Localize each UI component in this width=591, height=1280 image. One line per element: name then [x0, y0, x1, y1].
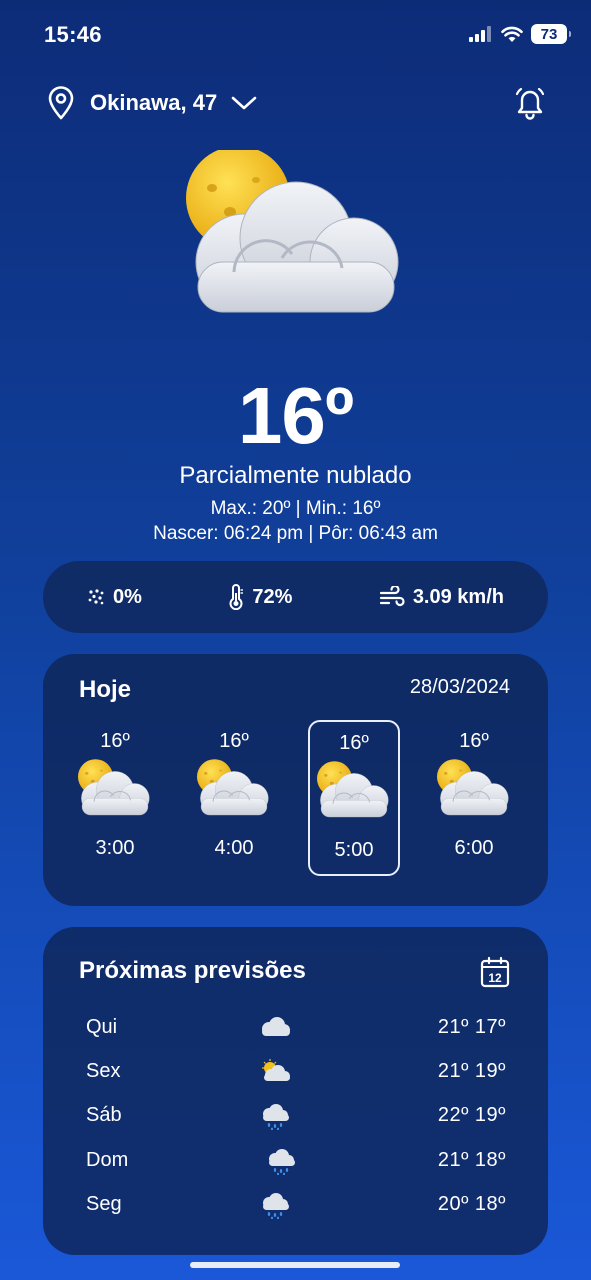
forecast-temps: 21º 19º — [437, 1060, 506, 1082]
wind-stat: 3.09 km/h — [379, 586, 504, 609]
forecast-title: Próximas previsões — [79, 957, 306, 984]
forecast-card: Próximas previsões 12 Qui 21º 17º Sex 21… — [43, 927, 548, 1255]
hour-time: 5:00 — [334, 839, 374, 861]
location-selector[interactable]: Okinawa, 47 — [46, 86, 257, 120]
rain-stat: 0% — [87, 586, 142, 609]
forecast-row[interactable]: Qui 21º 17º — [43, 1008, 548, 1048]
notification-bell-icon[interactable] — [513, 86, 547, 120]
partly-cloudy-icon — [78, 759, 152, 821]
forecast-temps: 22º 19º — [437, 1104, 506, 1126]
hour-item-selected[interactable]: 16º 5:00 — [308, 720, 400, 876]
forecast-row[interactable]: Sex 21º 19º — [43, 1052, 548, 1092]
hour-temperature: 16º — [459, 730, 489, 752]
home-indicator[interactable] — [190, 1262, 400, 1268]
location-pin-icon — [48, 86, 74, 120]
status-icons: 73 — [469, 24, 571, 44]
rain-value: 0% — [113, 585, 142, 608]
hour-temperature: 16º — [339, 732, 369, 754]
wifi-icon — [501, 26, 523, 42]
partly-cloudy-icon — [197, 759, 271, 821]
chevron-down-icon — [231, 96, 257, 110]
current-temperature: 16º — [237, 371, 354, 460]
hour-time: 4:00 — [214, 837, 254, 859]
rain-icon — [264, 1147, 298, 1175]
forecast-day: Dom — [86, 1149, 129, 1171]
hour-temperature: 16º — [100, 730, 130, 752]
hour-item[interactable]: 16º 4:00 — [188, 720, 280, 876]
hour-time: 6:00 — [454, 837, 494, 859]
partly-cloudy-icon — [317, 761, 391, 823]
sunrise-sunset: Nascer: 06:24 pm | Pôr: 06:43 am — [153, 523, 438, 544]
rain-icon — [258, 1191, 292, 1219]
today-date: 28/03/2024 — [409, 676, 510, 698]
sun-cloud-icon — [258, 1058, 292, 1086]
today-title: Hoje — [79, 676, 132, 703]
forecast-temps: 21º 18º — [437, 1149, 506, 1171]
partly-cloudy-icon — [186, 150, 406, 325]
today-card: Hoje 28/03/2024 16º 3:00 16º 4:00 16º 5:… — [43, 654, 548, 906]
location-name: Okinawa, 47 — [90, 90, 218, 115]
wind-icon — [379, 586, 405, 607]
forecast-day: Sáb — [86, 1104, 122, 1126]
partly-cloudy-icon — [437, 759, 511, 821]
forecast-temps: 21º 17º — [437, 1016, 506, 1038]
forecast-day: Seg — [86, 1193, 122, 1215]
weather-condition: Parcialmente nublado — [179, 462, 412, 489]
status-time: 15:46 — [44, 22, 102, 47]
thermometer-icon — [229, 584, 244, 610]
cellular-signal-icon — [469, 26, 491, 42]
forecast-day: Sex — [86, 1060, 121, 1082]
hour-item[interactable]: 16º 6:00 — [428, 720, 520, 876]
weather-stats-bar: 0% 72% 3.09 km/h — [43, 561, 548, 633]
calendar-icon[interactable]: 12 — [480, 956, 510, 988]
humidity-stat: 72% — [228, 584, 292, 610]
forecast-temps: 20º 18º — [437, 1193, 506, 1215]
forecast-day: Qui — [86, 1016, 118, 1038]
hour-temperature: 16º — [219, 730, 249, 752]
forecast-row[interactable]: Dom 21º 18º — [43, 1141, 548, 1181]
humidity-value: 72% — [252, 585, 293, 608]
battery-icon: 73 — [531, 24, 571, 44]
wind-value: 3.09 km/h — [412, 585, 504, 608]
forecast-row[interactable]: Seg 20º 18º — [43, 1185, 548, 1225]
svg-text:12: 12 — [488, 971, 502, 985]
hour-item[interactable]: 16º 3:00 — [69, 720, 161, 876]
hour-time: 3:00 — [95, 837, 135, 859]
forecast-row[interactable]: Sáb 22º 19º — [43, 1096, 548, 1136]
rain-icon — [258, 1102, 292, 1130]
min-max-temperature: Max.: 20º | Min.: 16º — [210, 498, 381, 519]
cloud-icon — [258, 1014, 292, 1042]
rain-drops-icon — [88, 589, 104, 605]
